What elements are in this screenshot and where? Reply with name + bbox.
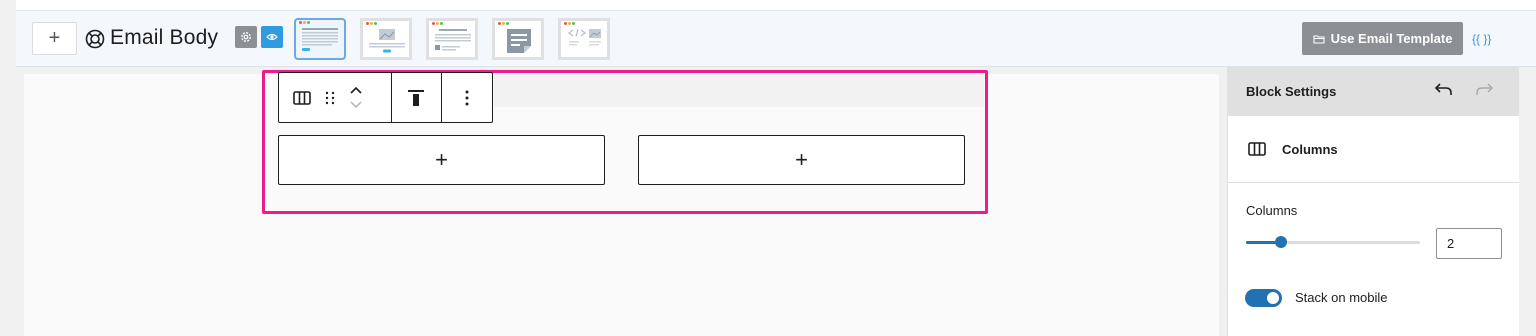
toolbar-group-block [279, 73, 392, 122]
redo-button[interactable] [1474, 81, 1494, 102]
move-up-button[interactable] [349, 86, 363, 95]
block-settings-sidebar: Block Settings Columns Columns Stac [1227, 67, 1519, 336]
template-code-layout[interactable] [558, 18, 610, 60]
sidebar-header: Block Settings [1228, 67, 1519, 116]
block-type-button[interactable] [293, 73, 311, 122]
window-dots [299, 21, 310, 24]
lifebuoy-icon [85, 29, 105, 49]
code-layout-icon [568, 29, 601, 46]
drag-handle-icon [325, 91, 335, 104]
page-title: Email Body [110, 26, 219, 49]
email-settings-button[interactable] [235, 26, 257, 48]
use-email-template-button[interactable]: Use Email Template [1302, 22, 1463, 55]
vertical-align-button[interactable] [407, 73, 425, 122]
top-strip [16, 0, 1536, 11]
eye-icon [266, 33, 278, 41]
folder-icon [1313, 34, 1325, 44]
toolbar-group-align [392, 73, 443, 122]
columns-count-label: Columns [1246, 203, 1298, 218]
article-layout-icon [435, 29, 471, 51]
columns-icon [1248, 142, 1266, 156]
window-dots [366, 22, 377, 25]
window-dots [564, 22, 575, 25]
text-layout-icon [302, 28, 338, 51]
stack-on-mobile-toggle[interactable] [1245, 289, 1282, 307]
redo-icon [1476, 83, 1493, 95]
toolbar-group-options [442, 73, 492, 122]
more-options-button[interactable] [465, 73, 469, 122]
note-layout-icon [507, 29, 531, 53]
right-gutter [1519, 67, 1536, 336]
block-name: Columns [1282, 141, 1338, 157]
email-body-header: + Email Body Use Email Template {{}} [16, 11, 1536, 67]
undo-icon [1434, 83, 1452, 95]
move-up-icon [350, 86, 362, 94]
window-dots [498, 22, 509, 25]
undo-button[interactable] [1434, 81, 1454, 102]
image-layout-icon [369, 29, 405, 53]
columns-icon [293, 90, 311, 105]
add-block-button[interactable]: + [32, 22, 77, 55]
gear-icon [241, 32, 251, 42]
use-email-template-label: Use Email Template [1330, 31, 1453, 46]
stack-on-mobile-label: Stack on mobile [1295, 290, 1388, 305]
columns-slider[interactable] [1246, 236, 1420, 248]
template-image-layout[interactable] [360, 18, 412, 60]
column-2-add-block-button[interactable]: + [638, 135, 965, 185]
more-options-icon [465, 90, 469, 105]
merge-tags-button[interactable]: {{ }} [1472, 32, 1491, 46]
columns-slider-thumb[interactable] [1274, 236, 1287, 248]
block-card: Columns [1228, 116, 1519, 183]
toggle-knob [1267, 292, 1279, 304]
move-down-button[interactable] [349, 100, 363, 109]
move-buttons [349, 86, 363, 109]
drag-handle-button[interactable] [325, 73, 335, 122]
template-text-layout[interactable] [294, 18, 346, 60]
sidebar-title: Block Settings [1246, 84, 1337, 99]
align-top-icon [408, 89, 425, 106]
move-down-icon [350, 101, 362, 108]
template-article-layout[interactable] [426, 18, 478, 60]
template-note-layout[interactable] [492, 18, 544, 60]
window-dots [432, 22, 443, 25]
columns-count-input[interactable] [1436, 228, 1502, 259]
preview-button[interactable] [261, 26, 283, 48]
column-1-add-block-button[interactable]: + [278, 135, 605, 185]
block-toolbar [278, 72, 493, 123]
